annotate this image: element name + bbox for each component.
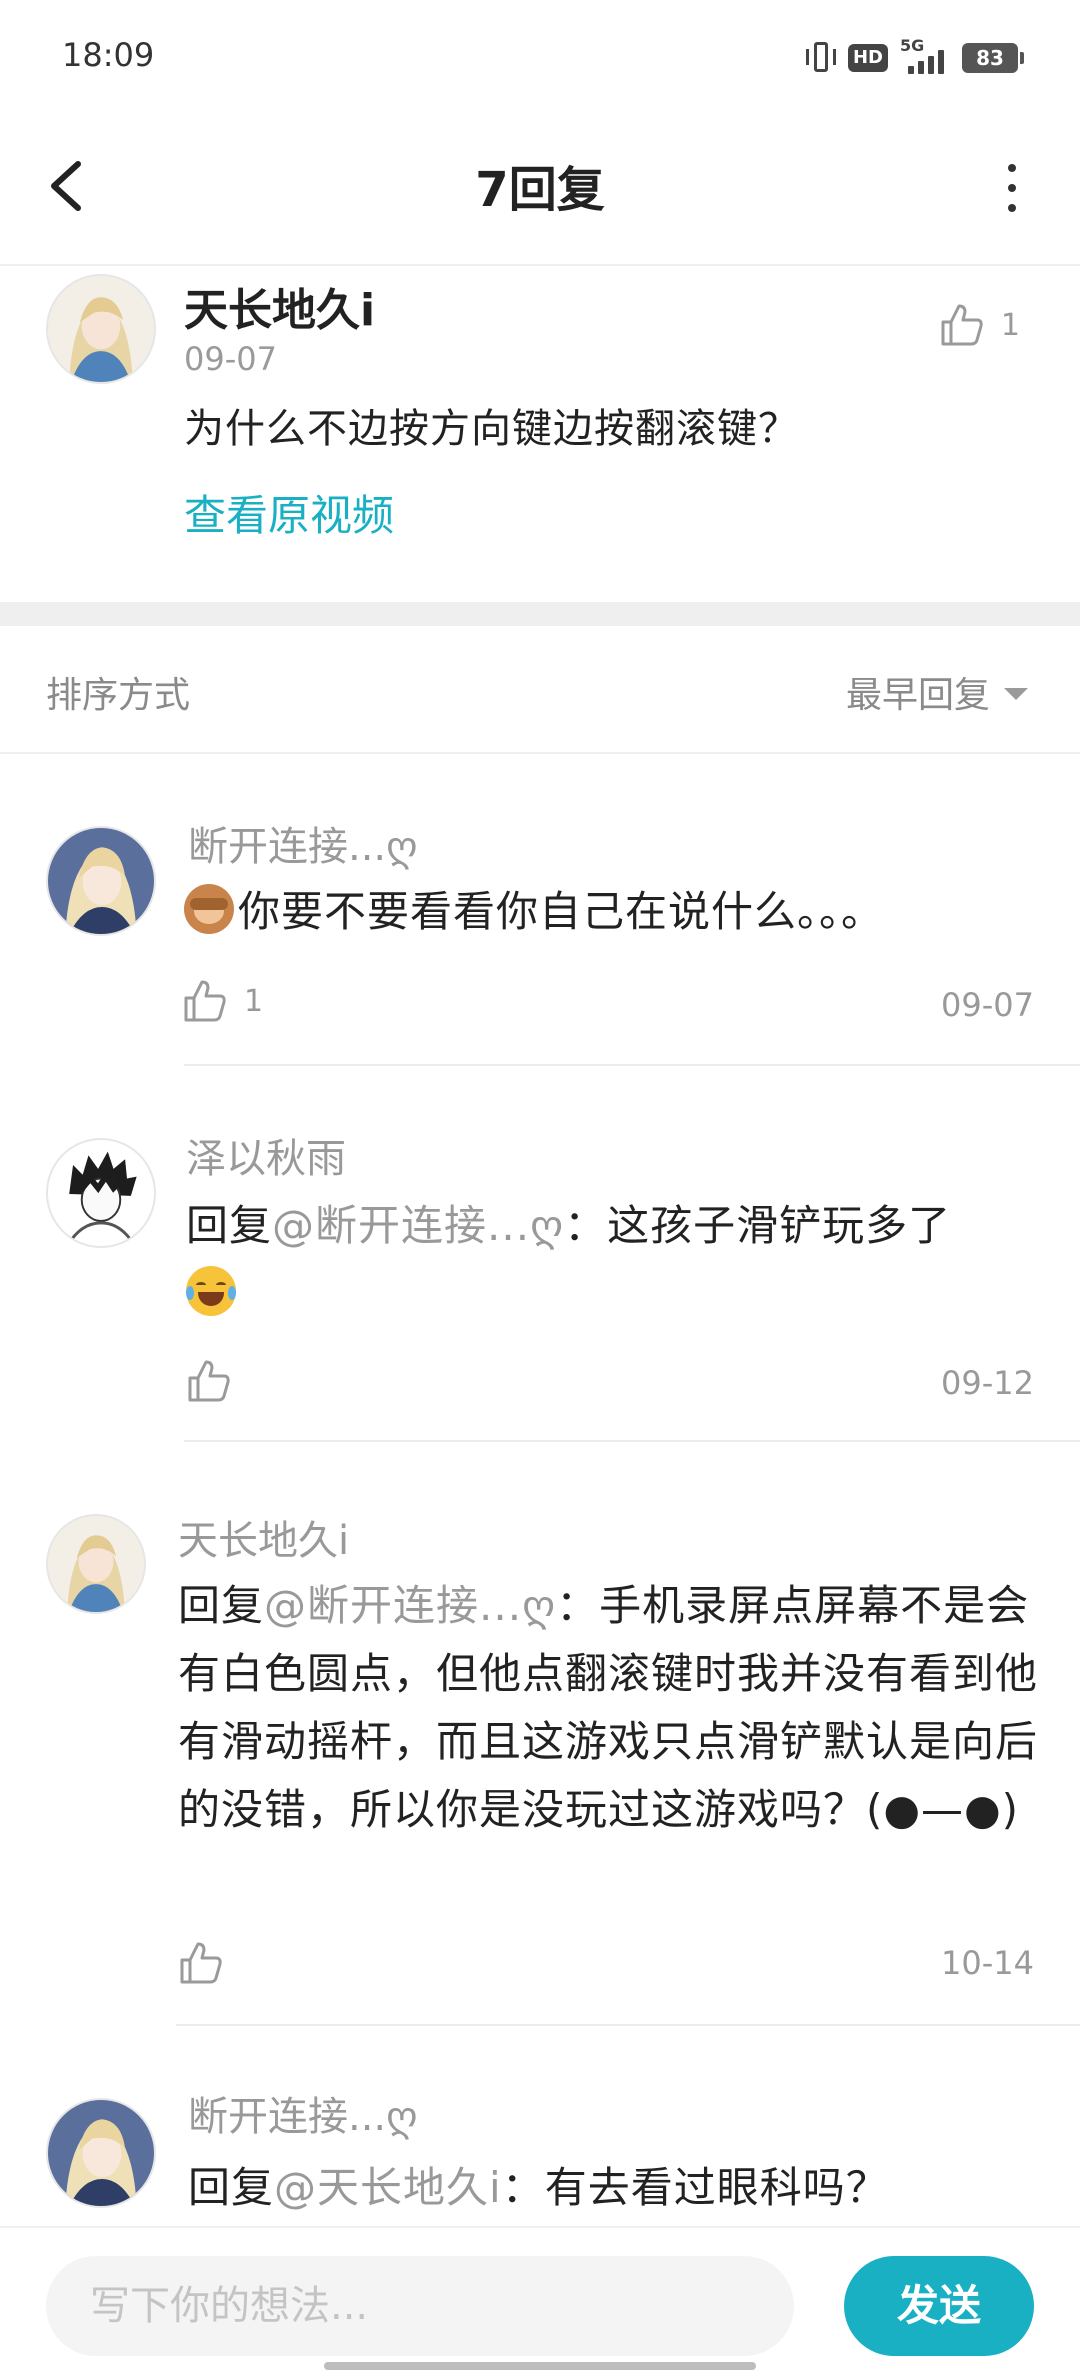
comment-date: 09-07 xyxy=(184,340,277,378)
comment-username[interactable]: 天长地久i xyxy=(184,274,375,338)
reply-username[interactable]: 断开连接...ღ xyxy=(188,814,418,872)
avatar[interactable] xyxy=(46,826,156,936)
like-button[interactable] xyxy=(186,1358,232,1404)
avatar-anime-girl-image xyxy=(48,276,154,382)
view-original-video-link[interactable]: 查看原视频 xyxy=(184,482,394,543)
thumbs-up-icon xyxy=(180,1942,222,1984)
reply-text: 回复@断开连接...ღ：手机录屏点屏幕不是会有白色圆点，但他点翻滚键时我并没有看… xyxy=(178,1581,1039,1834)
avatar[interactable] xyxy=(46,1514,146,1614)
reply-text: 回复@断开连接...ღ：这孩子滑铲玩多了 xyxy=(186,1192,1026,1328)
reply-username[interactable]: 断开连接...ღ xyxy=(188,2084,418,2142)
list-item: 断开连接...ღ 回复@天长地久i：有去看过眼科吗？ xyxy=(0,2026,1080,2226)
signal-icon: 5G xyxy=(900,36,950,76)
home-indicator[interactable] xyxy=(324,2362,756,2370)
battery-icon: 83 xyxy=(962,43,1024,73)
avatar-manga-boy-image xyxy=(48,1140,154,1246)
like-count: 1 xyxy=(244,983,264,1019)
reply-username[interactable]: 天长地久i xyxy=(178,1508,349,1566)
list-item: 泽以秋雨 回复@断开连接...ღ：这孩子滑铲玩多了 09-12 xyxy=(0,1066,1080,1442)
thumbs-up-icon xyxy=(941,304,983,346)
nav-bar: 7回复 xyxy=(0,110,1080,266)
see-no-evil-monkey-icon xyxy=(184,884,234,934)
avatar-anime-girl-image xyxy=(48,1516,144,1612)
comment-text: 为什么不边按方向键边按翻滚键？ xyxy=(184,406,799,452)
like-button[interactable] xyxy=(178,1940,224,1986)
avatar[interactable] xyxy=(46,1138,156,1248)
send-button[interactable]: 发送 xyxy=(844,2256,1034,2356)
status-icons: HD 5G 83 xyxy=(805,36,1024,78)
main-comment: 天长地久i 09-07 1 为什么不边按方向键边按翻滚键？ 查看原视频 xyxy=(0,266,1080,602)
reply-date: 09-12 xyxy=(941,1364,1034,1402)
avatar-anime-girl-image xyxy=(48,828,154,934)
sort-label: 排序方式 xyxy=(46,675,191,716)
mention-link[interactable]: @断开连接...ღ xyxy=(264,1581,556,1630)
mention-link[interactable]: @断开连接...ღ xyxy=(272,1201,564,1250)
section-divider xyxy=(0,602,1080,626)
status-bar: 18:09 HD 5G 83 xyxy=(0,0,1080,110)
reply-username[interactable]: 泽以秋雨 xyxy=(186,1126,346,1184)
like-button[interactable]: 1 xyxy=(182,978,263,1024)
comment-input[interactable]: 写下你的想法... xyxy=(46,2256,794,2356)
reply-date: 09-07 xyxy=(941,986,1034,1024)
thumbs-up-icon xyxy=(188,1360,230,1402)
sort-value: 最早回复 xyxy=(845,675,990,716)
caret-down-icon xyxy=(1004,688,1028,700)
avatar[interactable] xyxy=(46,274,156,384)
sort-row: 排序方式 最早回复 xyxy=(0,626,1080,754)
list-item: 天长地久i 回复@断开连接...ღ：手机录屏点屏幕不是会有白色圆点，但他点翻滚键… xyxy=(0,1442,1080,2026)
reply-text: 你要不要看看你自己在说什么。。。 xyxy=(184,878,884,946)
vibrate-icon xyxy=(805,40,836,76)
like-button[interactable]: 1 xyxy=(939,302,1020,348)
status-time: 18:09 xyxy=(62,36,155,74)
reply-date: 10-14 xyxy=(941,1944,1034,1982)
more-options-button[interactable] xyxy=(996,160,1026,216)
avatar-anime-girl-image xyxy=(48,2100,154,2206)
sort-dropdown[interactable]: 最早回复 xyxy=(846,666,1028,718)
like-count: 1 xyxy=(1000,307,1020,343)
avatar[interactable] xyxy=(46,2098,156,2208)
comment-input-bar: 写下你的想法... 发送 xyxy=(0,2226,1080,2376)
list-item: 断开连接...ღ 你要不要看看你自己在说什么。。。 1 09-07 xyxy=(0,760,1080,1066)
page-title: 7回复 xyxy=(475,162,605,218)
reply-text: 回复@天长地久i：有去看过眼科吗？ xyxy=(188,2163,889,2212)
tears-of-joy-icon xyxy=(186,1266,236,1316)
thumbs-up-icon xyxy=(184,980,226,1022)
mention-link[interactable]: @天长地久i xyxy=(274,2163,502,2212)
hd-icon: HD xyxy=(847,44,888,72)
